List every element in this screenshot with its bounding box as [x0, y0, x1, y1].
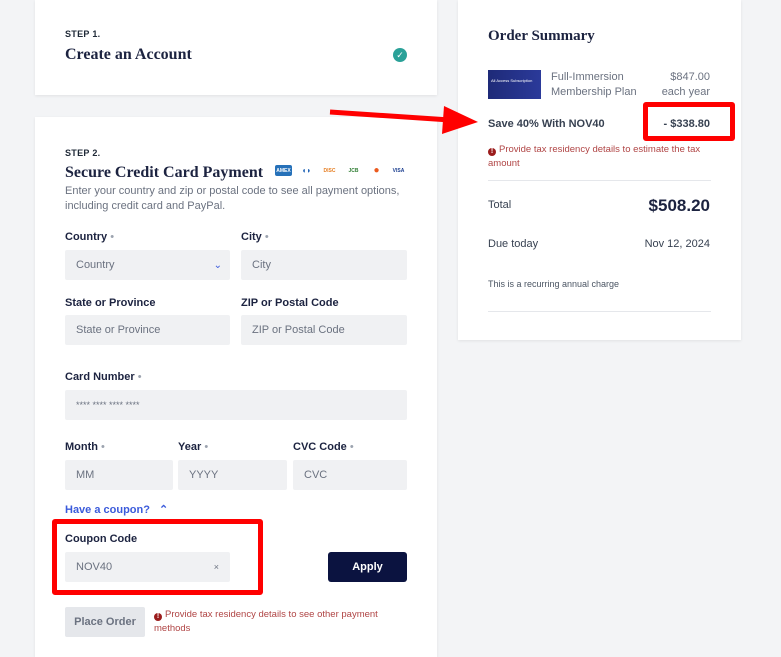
annotation-box-discount: [643, 102, 735, 141]
annotation-box-coupon: [52, 519, 263, 595]
